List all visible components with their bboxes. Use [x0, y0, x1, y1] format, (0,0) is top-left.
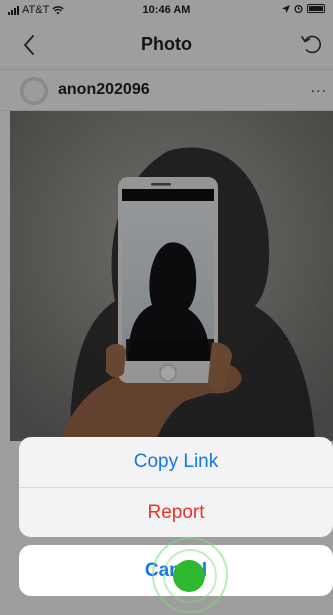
screen: AT&T 10:46 AM Photo anon202096 ... Copy … [0, 0, 333, 615]
copy-link-button[interactable]: Copy Link [19, 437, 333, 487]
touch-indicator-dot [173, 560, 205, 592]
report-button[interactable]: Report [19, 487, 333, 537]
action-sheet: Copy Link Report [19, 437, 333, 537]
